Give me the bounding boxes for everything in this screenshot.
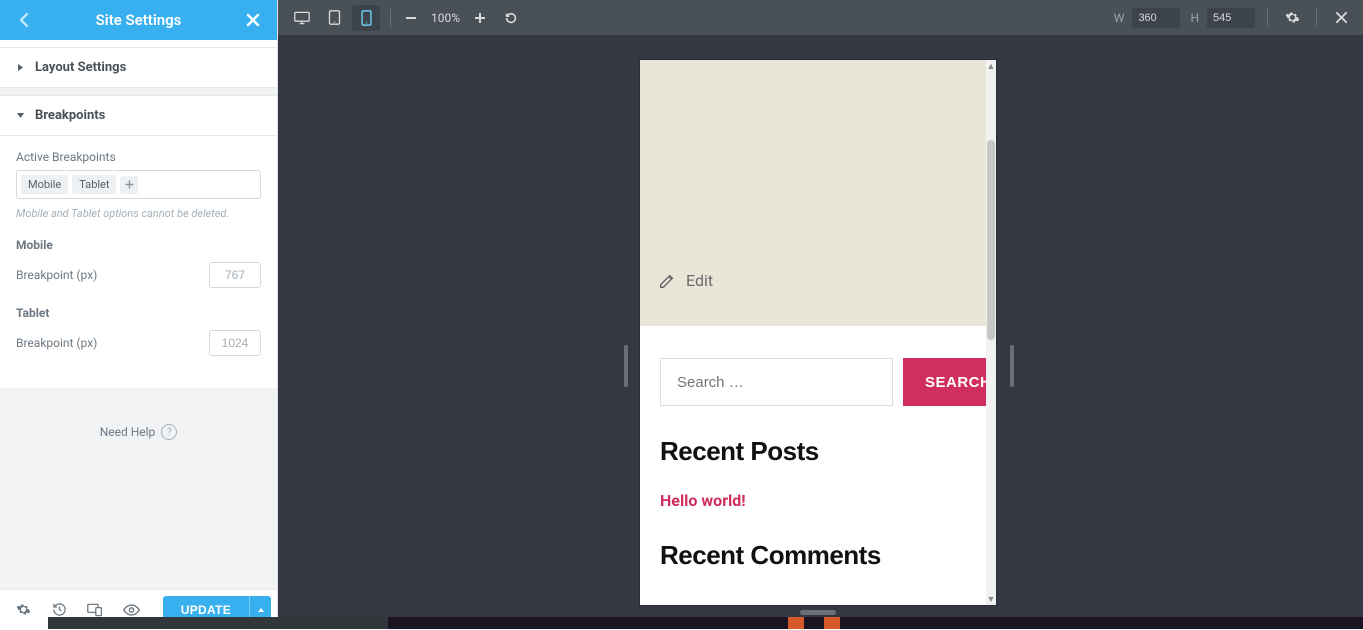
accordion-breakpoints[interactable]: Breakpoints [0,96,277,136]
mobile-breakpoint-label: Breakpoint (px) [16,268,97,282]
back-button[interactable] [10,0,38,40]
active-breakpoints-label: Active Breakpoints [16,150,261,164]
minus-icon [406,17,416,19]
mobile-section-title: Mobile [16,238,261,252]
bottom-resize-handle[interactable] [800,610,836,615]
top-spacer [0,40,277,48]
preview-hero: Edit [640,60,986,326]
close-preview-button[interactable] [1329,6,1353,30]
post-link[interactable]: Hello world! [660,491,966,510]
search-button[interactable]: SEARCH [903,358,996,406]
preview-canvas: ▲ ▼ Edit SEARCH Recent Posts Hello world… [278,35,1363,629]
zoom-reset-button[interactable] [500,5,522,31]
toolbar-separator [390,9,391,27]
bottom-admin-bar [0,617,1363,629]
bottom-bar-segment [48,617,388,629]
device-mobile-button[interactable] [352,5,380,31]
width-input[interactable] [1132,8,1180,28]
accordion-gap [0,88,277,96]
close-icon [246,13,260,27]
scroll-down-icon: ▼ [986,593,996,605]
sidebar-header: Site Settings [0,0,277,40]
reset-icon [504,11,518,25]
gear-icon [1285,10,1300,25]
dimension-controls: W H [1114,6,1353,30]
sidebar-title: Site Settings [96,11,182,29]
zoom-controls: 100% [401,5,522,31]
desktop-icon [294,11,310,25]
bottom-bar-segment [824,617,840,629]
tablet-icon [328,10,341,25]
preview-body: SEARCH Recent Posts Hello world! Recent … [640,326,986,571]
search-input[interactable] [660,358,893,406]
responsive-icon [87,603,103,617]
preview-frame: ▲ ▼ Edit SEARCH Recent Posts Hello world… [640,60,996,605]
breakpoints-hint: Mobile and Tablet options cannot be dele… [16,207,261,220]
width-label: W [1114,11,1125,25]
caret-down-icon [16,111,25,120]
bottom-bar-segment [0,617,48,629]
toolbar-settings-button[interactable] [1280,6,1304,30]
bottom-bar-segment [804,617,824,629]
tablet-section-title: Tablet [16,306,261,320]
zoom-out-button[interactable] [401,5,421,31]
scroll-thumb[interactable] [987,140,995,340]
mobile-breakpoint-row: Breakpoint (px) [16,262,261,288]
add-breakpoint-button[interactable] [120,176,138,194]
height-input[interactable] [1207,8,1255,28]
search-form: SEARCH [660,358,966,406]
chip-tablet[interactable]: Tablet [72,175,116,194]
left-resize-handle[interactable] [624,345,628,387]
caret-up-icon [257,607,265,613]
close-icon [1335,11,1348,24]
device-tablet-button[interactable] [320,5,348,31]
scroll-up-icon: ▲ [986,60,996,72]
mobile-icon [361,10,372,26]
toolbar-separator [1316,9,1317,27]
preview-toolbar: 100% W H [278,0,1363,35]
accordion-layout-settings[interactable]: Layout Settings [0,48,277,88]
tablet-breakpoint-input[interactable] [209,330,261,356]
tablet-breakpoint-label: Breakpoint (px) [16,336,97,350]
recent-posts-heading: Recent Posts [660,436,966,467]
zoom-level: 100% [431,11,460,25]
sidebar-body: Layout Settings Breakpoints Active Break… [0,40,277,589]
caret-right-icon [16,63,25,72]
eye-icon [123,604,140,616]
gear-icon [16,602,31,617]
active-breakpoints-input[interactable]: Mobile Tablet [16,170,261,199]
bottom-bar-segment [840,617,1363,629]
history-icon [52,602,67,617]
preview-scrollbar[interactable]: ▲ ▼ [986,60,996,605]
plus-icon [475,13,485,23]
device-desktop-button[interactable] [288,5,316,31]
need-help-label: Need Help [100,425,156,439]
settings-sidebar: Site Settings Layout Settings Breakpoint… [0,0,278,629]
recent-comments-heading: Recent Comments [660,540,966,571]
bottom-bar-segment [788,617,804,629]
height-label: H [1190,11,1199,25]
help-icon: ? [161,424,177,440]
chevron-left-icon [19,12,29,28]
accordion-label: Layout Settings [35,60,126,75]
device-switcher [288,5,380,31]
right-resize-handle[interactable] [1010,345,1014,387]
bottom-bar-segment [388,617,788,629]
edit-link[interactable]: Edit [658,271,713,290]
zoom-in-button[interactable] [470,5,490,31]
mobile-breakpoint-input[interactable] [209,262,261,288]
toolbar-separator [1267,9,1268,27]
chip-mobile[interactable]: Mobile [21,175,68,194]
editor-main: 100% W H ▲ [278,0,1363,629]
close-sidebar-button[interactable] [239,0,267,40]
edit-icon [658,272,676,290]
plus-icon [125,180,134,189]
edit-label: Edit [686,271,713,290]
breakpoints-panel: Active Breakpoints Mobile Tablet Mobile … [0,136,277,388]
need-help[interactable]: Need Help ? [0,388,277,476]
accordion-label: Breakpoints [35,108,105,123]
tablet-breakpoint-row: Breakpoint (px) [16,330,261,356]
